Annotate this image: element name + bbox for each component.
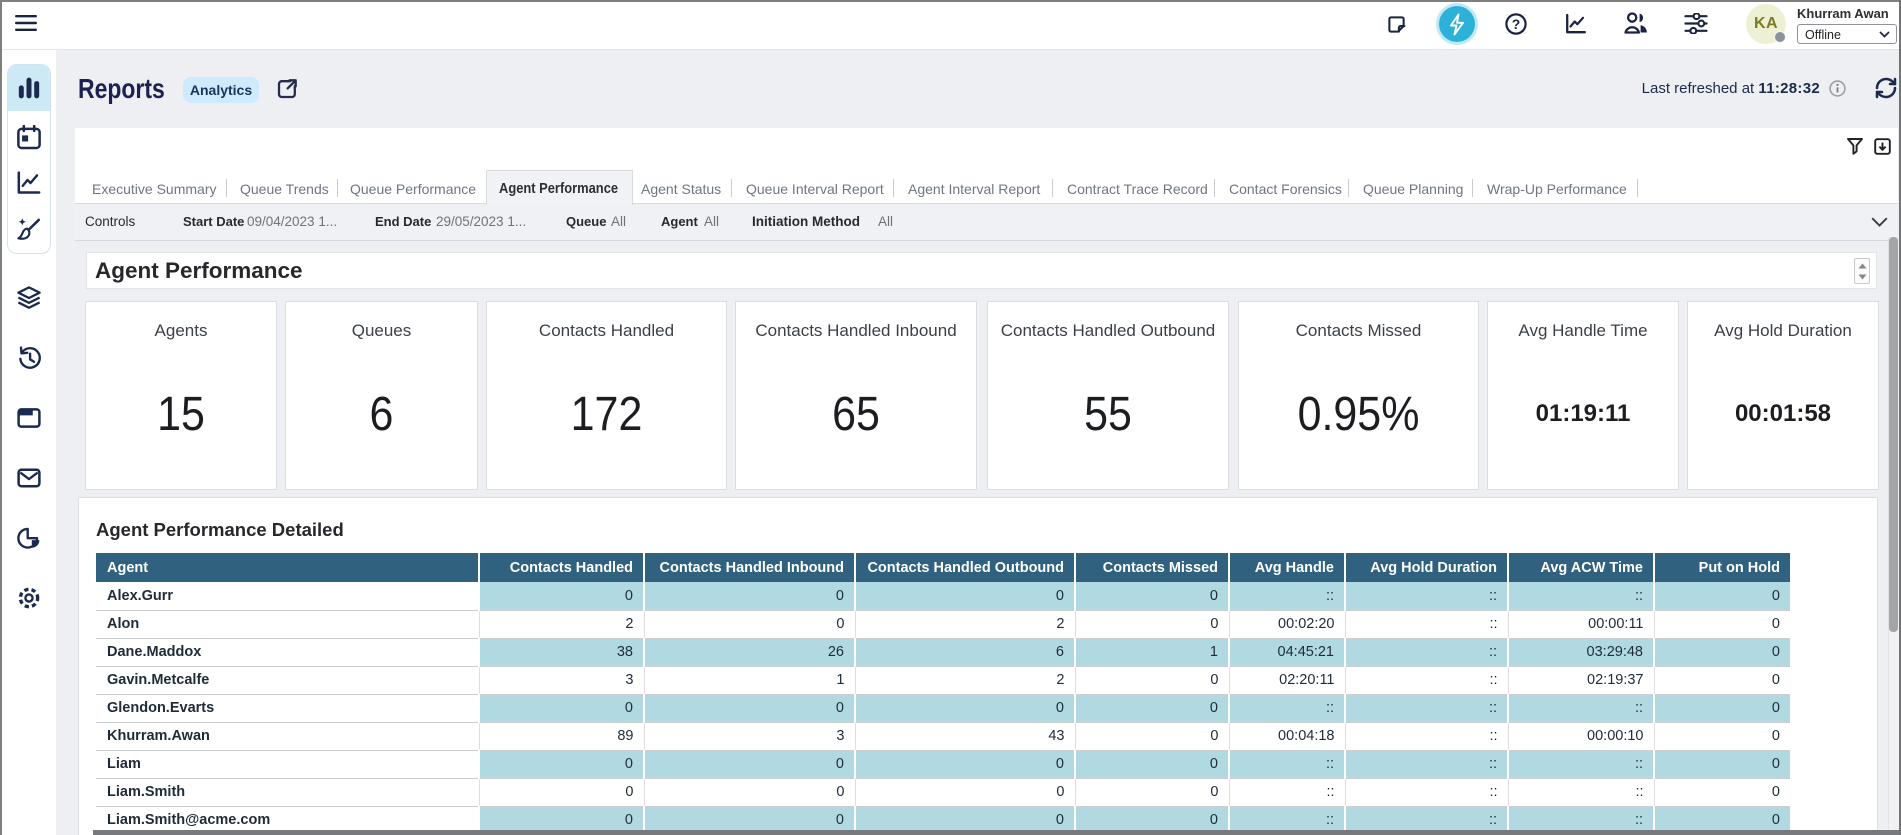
svg-text:?: ? xyxy=(1512,16,1521,32)
